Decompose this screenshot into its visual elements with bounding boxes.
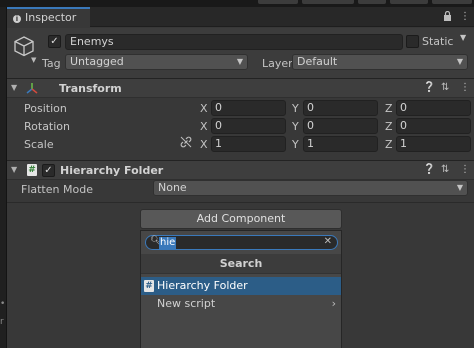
rotation-label: Rotation bbox=[24, 120, 71, 133]
tab-inspector[interactable]: i Inspector bbox=[7, 7, 90, 27]
chevron-down-icon: ▼ bbox=[236, 57, 243, 66]
top-strip bbox=[0, 0, 474, 7]
tab-inspector-label: Inspector bbox=[25, 11, 77, 24]
layer-dropdown[interactable]: Default ▼ bbox=[292, 54, 468, 70]
position-y-field[interactable]: 0 bbox=[303, 100, 378, 116]
flatten-mode-dropdown[interactable]: None ▼ bbox=[153, 180, 468, 196]
static-dropdown-caret-icon[interactable]: ▼ bbox=[460, 33, 466, 42]
transform-title: Transform bbox=[59, 82, 122, 95]
tag-label: Tag bbox=[42, 57, 61, 70]
kebab-menu-icon[interactable]: ⋮ bbox=[460, 82, 470, 93]
lock-icon[interactable] bbox=[443, 10, 452, 24]
inspector-panel: i Inspector ⋮ ▼ ✓ Enemys Static ▼ Tag Unt… bbox=[7, 7, 474, 348]
axis-y-label[interactable]: Y bbox=[292, 102, 299, 115]
static-label: Static bbox=[422, 35, 454, 48]
chevron-down-icon: ▼ bbox=[456, 57, 463, 66]
transform-header[interactable]: ▼ Transform ❔ ⇅ ⋮ bbox=[7, 78, 474, 98]
left-panel-edge: • r bbox=[0, 7, 7, 348]
script-hash-icon: # bbox=[27, 164, 37, 176]
component-search-input[interactable]: 🔍︎ hie ✕ bbox=[145, 235, 338, 250]
info-icon: i bbox=[13, 15, 21, 23]
axis-y-label[interactable]: Y bbox=[292, 138, 299, 151]
icon-picker-caret-icon[interactable]: ▼ bbox=[31, 56, 36, 64]
chevron-right-icon: › bbox=[331, 297, 336, 310]
gameobject-header: ▼ ✓ Enemys Static ▼ Tag Untagged ▼ Layer… bbox=[7, 28, 474, 84]
list-item-hierarchy-folder[interactable]: # Hierarchy Folder bbox=[141, 277, 341, 295]
left-edge-glyph: r bbox=[0, 317, 4, 327]
script-hash-icon: # bbox=[144, 280, 154, 292]
layer-label: Layer bbox=[262, 57, 293, 70]
flatten-mode-value: None bbox=[158, 181, 187, 194]
left-edge-glyph: • bbox=[0, 299, 6, 309]
inspector-tab-bar: i Inspector ⋮ bbox=[7, 7, 474, 27]
layer-dropdown-value: Default bbox=[297, 55, 338, 68]
list-item-new-script[interactable]: New script › bbox=[141, 295, 341, 313]
close-icon[interactable]: ✕ bbox=[324, 236, 332, 247]
hierarchy-folder-enabled-checkbox[interactable]: ✓ bbox=[42, 164, 55, 177]
kebab-menu-icon[interactable]: ⋮ bbox=[460, 164, 470, 175]
help-icon[interactable]: ❔ bbox=[423, 82, 435, 93]
axis-z-label[interactable]: Z bbox=[385, 102, 393, 115]
position-x-field[interactable]: 0 bbox=[211, 100, 286, 116]
foldout-arrow-icon[interactable]: ▼ bbox=[11, 165, 17, 174]
hierarchy-folder-title: Hierarchy Folder bbox=[60, 164, 164, 177]
hierarchy-folder-header[interactable]: ▼ # ✓ Hierarchy Folder ❔ ⇅ ⋮ bbox=[7, 160, 474, 180]
rotation-z-field[interactable]: 0 bbox=[396, 118, 471, 134]
foldout-arrow-icon[interactable]: ▼ bbox=[11, 83, 17, 92]
popup-title: Search bbox=[141, 254, 341, 274]
component-divider bbox=[7, 202, 474, 203]
toolbar-segment bbox=[258, 0, 298, 4]
kebab-menu-icon[interactable]: ⋮ bbox=[460, 11, 470, 22]
gameobject-cube-icon[interactable] bbox=[13, 35, 35, 57]
toolbar-segment bbox=[432, 0, 472, 4]
axis-x-label[interactable]: X bbox=[200, 102, 208, 115]
scale-z-field[interactable]: 1 bbox=[396, 136, 471, 152]
chevron-down-icon: ▼ bbox=[456, 183, 463, 192]
tag-dropdown[interactable]: Untagged ▼ bbox=[65, 54, 248, 70]
constrain-proportions-link-icon[interactable] bbox=[180, 136, 192, 151]
tag-dropdown-value: Untagged bbox=[70, 55, 124, 68]
axis-z-label[interactable]: Z bbox=[385, 120, 393, 133]
axis-y-label[interactable]: Y bbox=[292, 120, 299, 133]
preset-sliders-icon[interactable]: ⇅ bbox=[441, 164, 449, 175]
add-component-popup: 🔍︎ hie ✕ Search # Hierarchy Folder New s… bbox=[140, 230, 342, 348]
axis-x-label[interactable]: X bbox=[200, 138, 208, 151]
toolbar-segment bbox=[302, 0, 354, 4]
gameobject-name-field[interactable]: Enemys bbox=[65, 34, 403, 50]
add-component-button[interactable]: Add Component bbox=[140, 209, 342, 229]
axis-z-label[interactable]: Z bbox=[385, 138, 393, 151]
flatten-mode-label: Flatten Mode bbox=[21, 183, 93, 196]
scale-label: Scale bbox=[24, 138, 54, 151]
toolbar-segment bbox=[358, 0, 386, 4]
list-item-label: New script bbox=[157, 297, 216, 310]
position-label: Position bbox=[24, 102, 67, 115]
scale-y-field[interactable]: 1 bbox=[303, 136, 378, 152]
position-z-field[interactable]: 0 bbox=[396, 100, 471, 116]
rotation-y-field[interactable]: 0 bbox=[303, 118, 378, 134]
help-icon[interactable]: ❔ bbox=[423, 164, 435, 175]
list-item-label: Hierarchy Folder bbox=[157, 279, 248, 292]
scale-x-field[interactable]: 1 bbox=[211, 136, 286, 152]
active-checkbox[interactable]: ✓ bbox=[48, 35, 61, 48]
preset-sliders-icon[interactable]: ⇅ bbox=[441, 82, 449, 93]
component-search-value[interactable]: hie bbox=[159, 237, 177, 249]
axis-x-label[interactable]: X bbox=[200, 120, 208, 133]
toolbar-segment bbox=[390, 0, 428, 4]
static-checkbox[interactable] bbox=[406, 35, 419, 48]
transform-axes-icon bbox=[25, 82, 39, 98]
rotation-x-field[interactable]: 0 bbox=[211, 118, 286, 134]
